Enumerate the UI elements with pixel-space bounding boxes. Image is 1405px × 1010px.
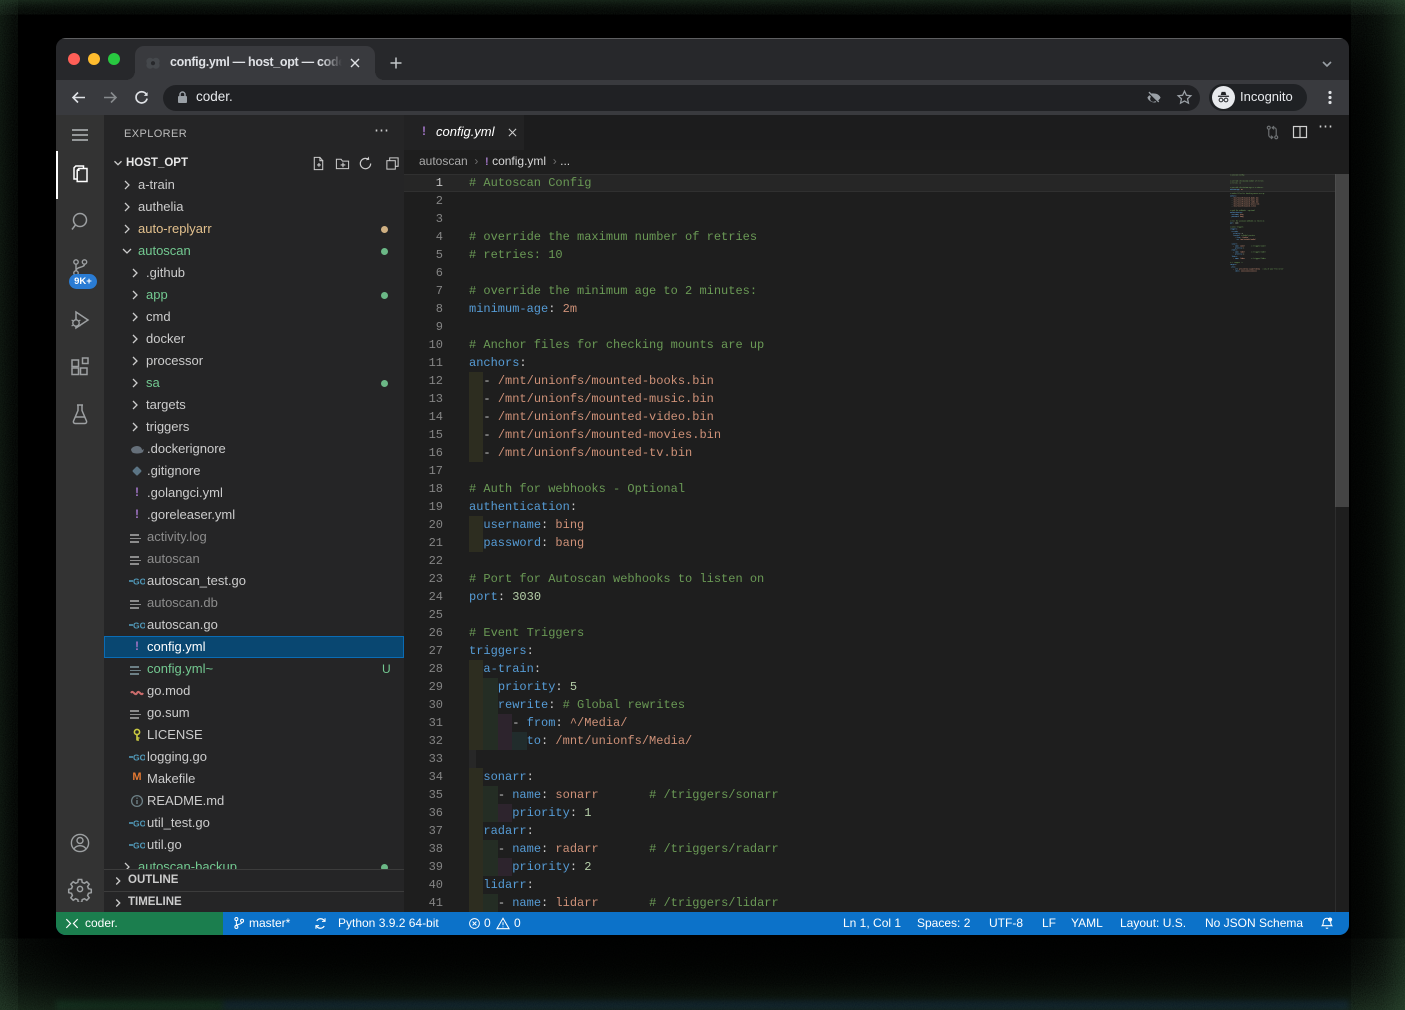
- svg-text:GO: GO: [133, 841, 145, 851]
- svg-text:GO: GO: [133, 577, 145, 587]
- svg-text:GO: GO: [133, 621, 145, 631]
- svg-text:GO: GO: [133, 819, 145, 829]
- svg-text:GO: GO: [133, 753, 145, 763]
